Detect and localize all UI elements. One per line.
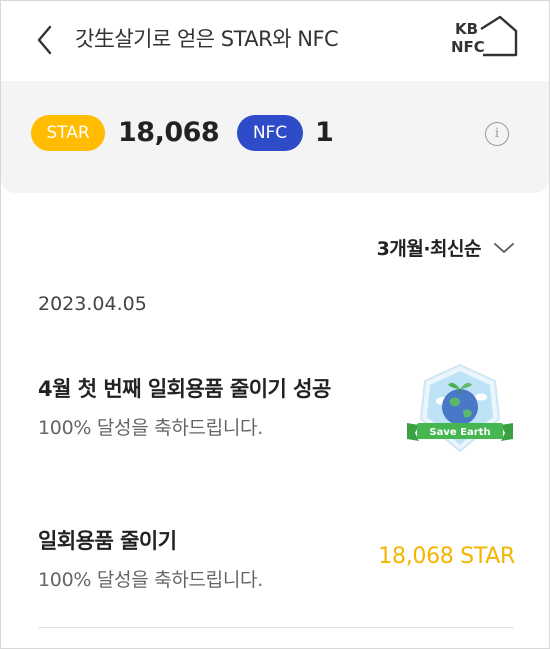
chevron-left-icon	[37, 25, 52, 55]
divider	[38, 627, 514, 628]
star-balance: 18,068	[118, 117, 220, 148]
star-pill: STAR	[31, 115, 105, 151]
earth-icon: Save Earth	[407, 363, 513, 453]
nfc-balance: 1	[315, 117, 334, 148]
logo-text-nfc: NFC	[451, 38, 485, 56]
header-bar: 갓生살기로 얻은 STAR와 NFC KB NFC	[1, 1, 549, 79]
period-sort-filter[interactable]: 3개월·최신순	[377, 234, 515, 261]
kb-nfc-logo[interactable]: KB NFC	[447, 15, 519, 59]
save-earth-badge: Save Earth	[405, 361, 515, 457]
logo-text-kb: KB	[455, 20, 479, 38]
item-subtitle: 100% 달성을 축하드립니다.	[38, 569, 263, 591]
chevron-down-icon	[494, 242, 514, 253]
info-icon[interactable]: i	[485, 122, 509, 146]
badge-label: Save Earth	[429, 427, 490, 438]
filter-label: 3개월·최신순	[376, 238, 482, 260]
page-title: 갓生살기로 얻은 STAR와 NFC	[75, 27, 339, 51]
earned-amount: 18,068 STAR	[378, 544, 515, 569]
history-date: 2023.04.05	[38, 293, 147, 315]
balance-summary: STAR 18,068 NFC 1 i	[1, 81, 549, 193]
back-button[interactable]	[31, 23, 61, 57]
nfc-pill: NFC	[237, 115, 303, 151]
